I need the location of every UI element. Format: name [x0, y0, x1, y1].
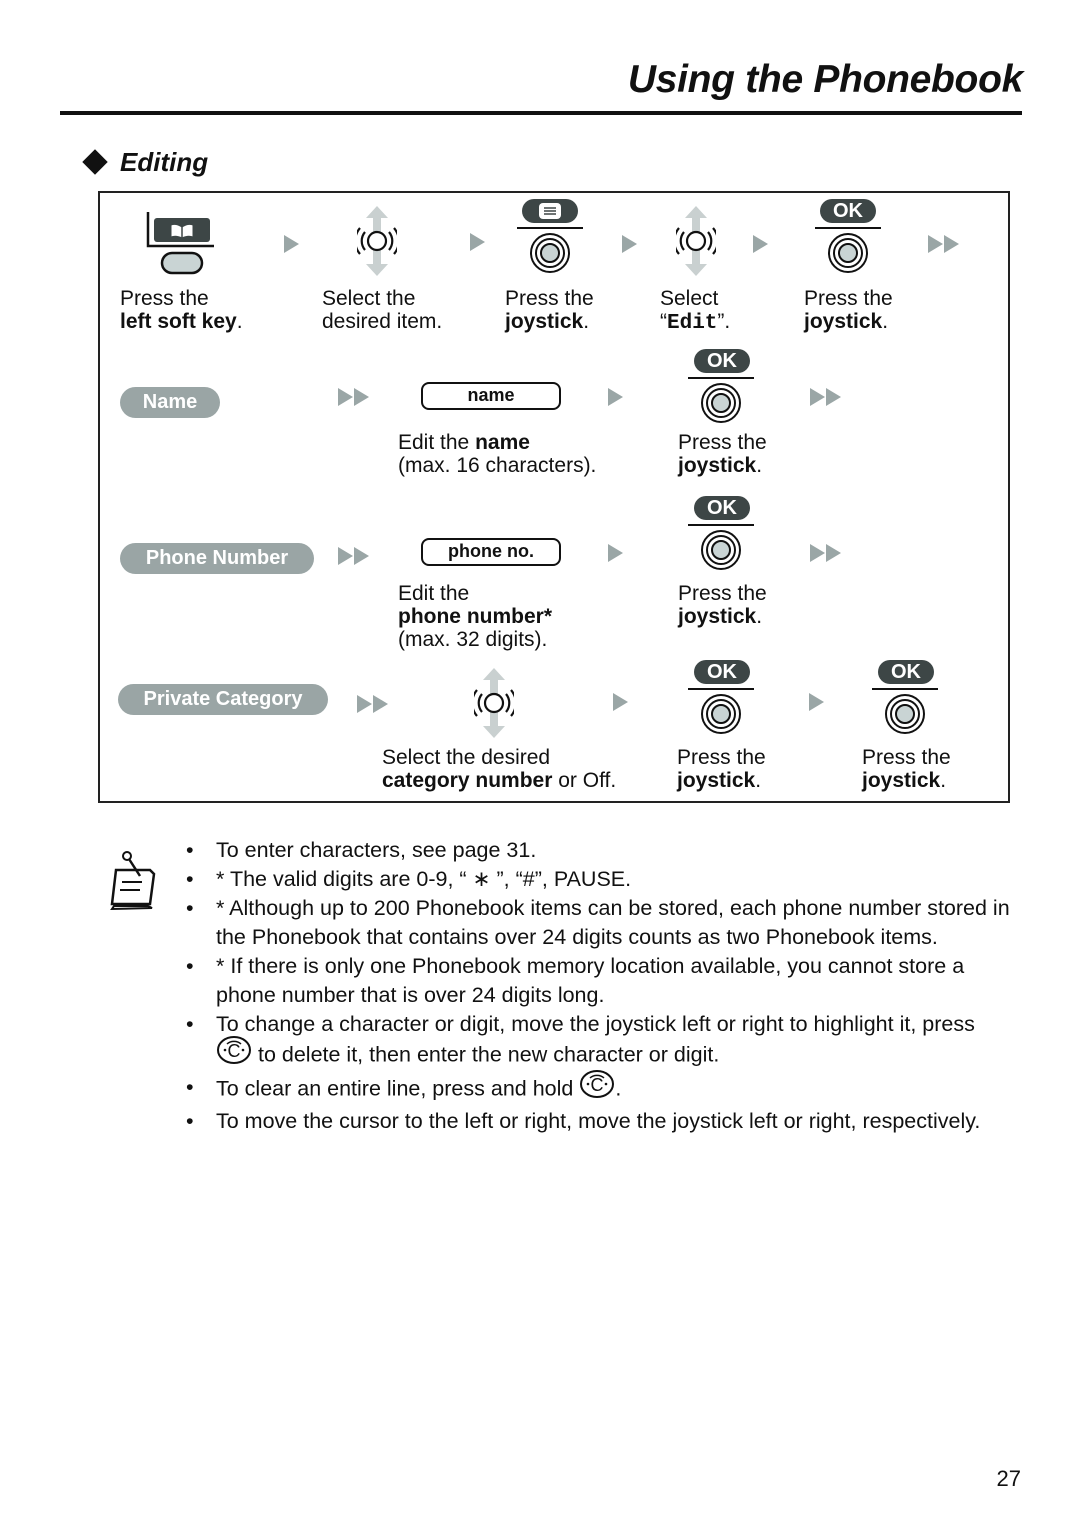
note-item: • To change a character or digit, move t…	[184, 1010, 1024, 1073]
next-arrow-icon	[622, 235, 637, 253]
double-arrow-icon	[338, 547, 370, 565]
ok-key-icon: OK	[694, 660, 750, 684]
ok-key-icon: OK	[694, 496, 750, 520]
step-press-joystick: Press the joystick.	[804, 287, 893, 333]
star-key-symbol: ∗	[472, 867, 491, 891]
note-item: • To clear an entire line, press and hol…	[184, 1070, 1024, 1107]
double-arrow-icon	[928, 235, 960, 253]
step-select-category: Select the desired category number or Of…	[382, 746, 617, 792]
section-heading: Editing	[82, 144, 208, 180]
joystick-up-down-icon	[354, 204, 400, 281]
notes-list: • To enter characters, see page 31. • * …	[184, 836, 1024, 1136]
note-item: • * Although up to 200 Phonebook items c…	[186, 896, 1010, 949]
key-divider	[517, 227, 583, 229]
menu-key-icon	[522, 199, 578, 223]
double-arrow-icon	[810, 544, 842, 562]
double-arrow-icon	[338, 388, 370, 406]
ok-key-icon: OK	[878, 660, 934, 684]
next-arrow-icon	[284, 235, 299, 253]
step-select-item: Select the desired item.	[322, 287, 443, 333]
left-soft-key-icon	[146, 210, 216, 281]
step-press-joystick: Press the joystick.	[505, 287, 594, 333]
step-press-joystick: Press the joystick.	[677, 746, 766, 792]
ok-key-icon: OK	[694, 349, 750, 373]
next-arrow-icon	[608, 388, 623, 406]
svg-text:C: C	[228, 1041, 241, 1061]
page-number: 27	[996, 1466, 1021, 1491]
next-arrow-icon	[608, 544, 623, 562]
step-press-joystick: Press the joystick.	[862, 746, 951, 792]
svg-text:C: C	[591, 1075, 604, 1095]
clear-key-icon: C	[579, 1069, 615, 1107]
joystick-up-down-icon	[673, 204, 719, 281]
step-edit-name: Edit the name (max. 16 characters).	[398, 431, 597, 477]
step-press-left-soft-key: Press the left soft key.	[120, 287, 243, 333]
key-divider	[872, 688, 938, 690]
joystick-press-icon	[885, 694, 925, 739]
option-private-category: Private Category	[118, 684, 328, 715]
title-rule	[60, 111, 1022, 115]
joystick-up-down-icon	[471, 666, 517, 743]
clear-key-icon: C	[216, 1035, 252, 1073]
name-field: name	[421, 382, 561, 410]
double-arrow-icon	[810, 388, 842, 406]
page-title: Using the Phonebook	[627, 58, 1023, 101]
joystick-press-icon	[701, 530, 741, 575]
key-divider	[688, 377, 754, 379]
double-arrow-icon	[357, 695, 389, 713]
step-select-edit: Select “Edit”.	[660, 287, 731, 335]
joystick-press-icon	[701, 694, 741, 739]
key-divider	[688, 524, 754, 526]
diamond-bullet-icon	[82, 149, 108, 175]
joystick-press-icon	[530, 233, 570, 278]
next-arrow-icon	[613, 693, 628, 711]
joystick-press-icon	[828, 233, 868, 278]
next-arrow-icon	[809, 693, 824, 711]
note-item: • To move the cursor to the left or righ…	[186, 1109, 981, 1133]
step-edit-phone: Edit the phone number* (max. 32 digits).	[398, 582, 553, 651]
section-title: Editing	[120, 146, 209, 177]
phone-number-field: phone no.	[421, 538, 561, 566]
note-item: • * If there is only one Phonebook memor…	[186, 954, 965, 1007]
next-arrow-icon	[753, 235, 768, 253]
option-phone-number: Phone Number	[120, 543, 314, 574]
note-item: • To enter characters, see page 31.	[186, 838, 537, 862]
key-divider	[688, 688, 754, 690]
ok-key-icon: OK	[820, 199, 876, 223]
next-arrow-icon	[470, 233, 485, 251]
step-press-joystick: Press the joystick.	[678, 431, 767, 477]
joystick-press-icon	[701, 383, 741, 428]
memo-note-icon	[106, 848, 162, 917]
option-name: Name	[120, 387, 220, 418]
key-divider	[815, 227, 881, 229]
step-press-joystick: Press the joystick.	[678, 582, 767, 628]
edit-option: Edit	[667, 312, 718, 335]
note-item: • * The valid digits are 0-9, “ ∗ ”, “#”…	[186, 867, 632, 891]
